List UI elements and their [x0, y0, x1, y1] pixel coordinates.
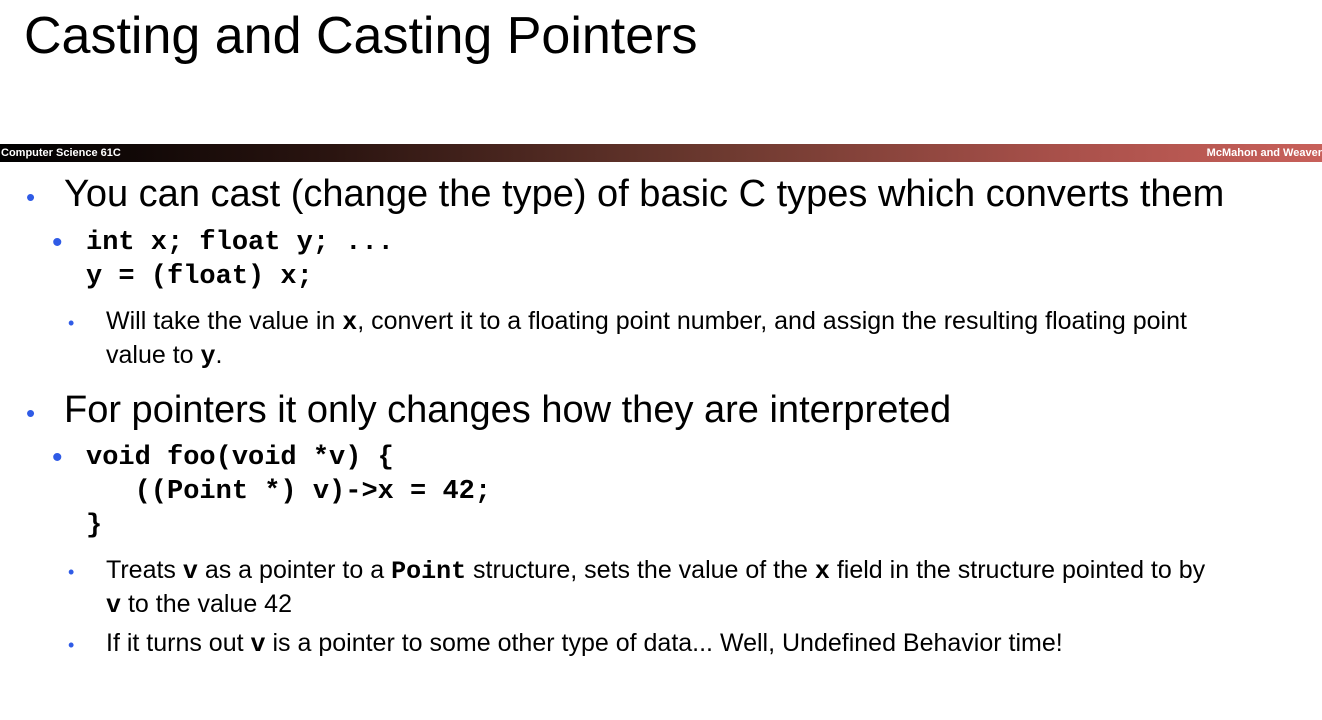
note-text: structure, sets the value of the — [466, 556, 815, 584]
author-names: McMahon and Weaver — [1206, 147, 1322, 159]
code-line: ((Point *) v)->x = 42; — [86, 477, 492, 507]
inline-code: x — [814, 557, 830, 586]
note-1-1-line-1: Will take the value in x, convert it to … — [106, 304, 1187, 340]
note-bullet: • — [68, 304, 74, 340]
bullet-glyph: • — [68, 313, 75, 333]
note-2-2: If it turns out v is a pointer to some o… — [106, 626, 1063, 662]
note-text: , convert it to a floating point number,… — [357, 307, 1187, 335]
note-text: If it turns out — [106, 629, 251, 657]
header-bar: Computer Science 61C McMahon and Weaver — [0, 144, 1322, 162]
note-text: Will take the value in — [106, 307, 343, 335]
code-bullet-1: • — [52, 226, 63, 259]
inline-code: v — [250, 630, 266, 659]
note-text: as a pointer to a — [197, 556, 392, 584]
code-line: int x; float y; ... — [86, 228, 394, 258]
note-2-1-line-2: v to the value 42 — [106, 587, 292, 623]
note-text: . — [215, 341, 223, 369]
note-1-1-line-2: value to y. — [106, 338, 222, 374]
bullet-1: • — [26, 172, 35, 219]
note-text: Treats — [106, 556, 183, 584]
note-bullet: • — [68, 553, 74, 589]
inline-code: x — [342, 308, 358, 337]
inline-code: v — [182, 557, 198, 586]
code-line: y = (float) x; — [86, 262, 313, 292]
course-name: Computer Science 61C — [1, 147, 121, 159]
inline-code: v — [106, 591, 122, 620]
inline-code: Point — [391, 557, 467, 586]
note-bullet: • — [68, 626, 74, 662]
slide-title: Casting and Casting Pointers — [24, 7, 698, 65]
bullet-glyph: • — [26, 182, 36, 212]
bullet-glyph: • — [26, 398, 36, 428]
bullet-glyph: • — [68, 635, 75, 655]
note-text: to the value 42 — [121, 590, 292, 618]
note-text: value to — [106, 341, 201, 369]
code-bullet-2: • — [52, 441, 63, 474]
bullet-2: • — [26, 388, 35, 435]
inline-code: y — [200, 342, 216, 371]
point-2-text: For pointers it only changes how they ar… — [64, 389, 952, 431]
note-text: field in the structure pointed to by — [829, 556, 1206, 584]
code-line: void foo(void *v) { — [86, 443, 394, 473]
bullet-glyph: • — [68, 562, 75, 582]
code-line: } — [86, 511, 103, 541]
point-1-text: You can cast (change the type) of basic … — [64, 173, 1225, 215]
note-2-1-line-1: Treats v as a pointer to a Point structu… — [106, 553, 1205, 589]
note-text: is a pointer to some other type of data.… — [265, 629, 1063, 657]
